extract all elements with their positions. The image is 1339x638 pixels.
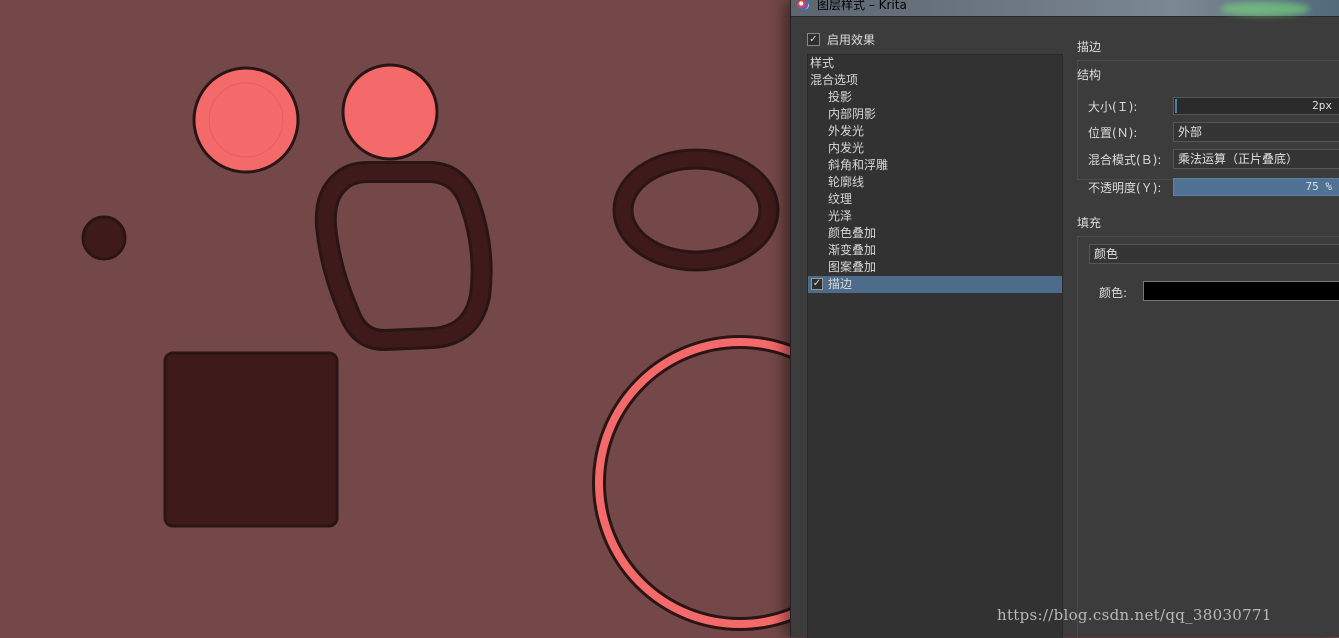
enable-effects-label: 启用效果 xyxy=(827,32,876,47)
style-list-item-label: 轮廓线 xyxy=(828,175,865,189)
watermark-text: https://blog.csdn.net/qq_38030771 xyxy=(997,606,1272,624)
fill-group-title: 填充 xyxy=(1077,216,1102,230)
size-label: 大小(Ｉ): xyxy=(1088,100,1138,114)
style-list-item[interactable]: 渐变叠加 xyxy=(808,242,1062,259)
style-list-item-label: 内发光 xyxy=(828,141,865,155)
canvas-artwork xyxy=(81,63,790,631)
style-list-item-label: 渐变叠加 xyxy=(828,243,877,257)
style-list-item-label: 投影 xyxy=(828,90,853,104)
enable-effects-row[interactable]: ✓ 启用效果 xyxy=(807,30,875,48)
large-pink-ring-inner xyxy=(595,338,790,628)
pink-circle-left xyxy=(192,66,300,174)
enable-effects-checkbox[interactable]: ✓ xyxy=(807,32,820,46)
style-list-item-label: 样式 xyxy=(810,56,835,70)
position-label: 位置(Ｎ): xyxy=(1088,126,1138,140)
style-list-item-label: 光泽 xyxy=(828,209,853,223)
style-list-item-label: 图案叠加 xyxy=(828,260,877,274)
dialog-titlebar[interactable]: 图层样式 – Krita xyxy=(791,0,1339,17)
stroke-settings-panel: 描边 结构 大小(Ｉ): 2px 位置(Ｎ): 外部 混合模式(Ｂ): 乘法运算… xyxy=(1065,32,1339,638)
dark-rounded-square xyxy=(163,351,339,528)
style-list-item[interactable]: 内发光 xyxy=(808,140,1062,157)
style-list-item-label: 纹理 xyxy=(828,192,853,206)
style-list-item[interactable]: 图案叠加 xyxy=(808,259,1062,276)
style-list: 样式混合选项投影内部阴影外发光内发光斜角和浮雕轮廓线纹理光泽颜色叠加渐变叠加图案… xyxy=(807,54,1063,638)
style-list-item[interactable]: 混合选项 xyxy=(808,72,1062,89)
dark-ellipse-ring-inner xyxy=(615,151,777,269)
krita-app-icon xyxy=(797,0,809,10)
style-list-item-label: 外发光 xyxy=(828,124,865,138)
style-list-item[interactable]: 投影 xyxy=(808,89,1062,106)
stroke-panel-title: 描边 xyxy=(1077,40,1102,54)
layer-style-dialog: 图层样式 – Krita ✓ 启用效果 样式混合选项投影内部阴影外发光内发光斜角… xyxy=(790,0,1339,638)
fill-color-swatch[interactable] xyxy=(1143,281,1339,301)
style-list-item-label: 内部阴影 xyxy=(828,107,877,121)
fill-type-dropdown[interactable]: 颜色 xyxy=(1089,244,1339,264)
large-pink-ring xyxy=(592,335,790,631)
style-list-item[interactable]: 轮廓线 xyxy=(808,174,1062,191)
position-dropdown[interactable]: 外部 xyxy=(1173,122,1339,142)
small-dark-circle xyxy=(81,215,127,261)
style-list-item[interactable]: 颜色叠加 xyxy=(808,225,1062,242)
style-list-item[interactable]: 斜角和浮雕 xyxy=(808,157,1062,174)
style-list-item[interactable]: 纹理 xyxy=(808,191,1062,208)
dialog-title: 图层样式 – Krita xyxy=(817,0,907,12)
style-list-item[interactable]: 外发光 xyxy=(808,123,1062,140)
canvas-area[interactable] xyxy=(0,0,790,637)
titlebar-glow xyxy=(1220,2,1310,16)
style-item-checkbox[interactable]: ✓ xyxy=(811,278,823,290)
style-list-item-label: 颜色叠加 xyxy=(828,226,877,240)
style-list-item[interactable]: 光泽 xyxy=(808,208,1062,225)
style-list-item-label: 描边 xyxy=(828,277,853,291)
style-list-item-label: 斜角和浮雕 xyxy=(828,158,889,172)
size-spinbox[interactable]: 2px xyxy=(1173,97,1339,115)
opacity-label: 不透明度(Ｙ): xyxy=(1088,181,1162,195)
style-list-item-label: 混合选项 xyxy=(810,73,859,87)
style-list-item[interactable]: ✓ 描边 xyxy=(808,276,1062,293)
style-list-item[interactable]: 样式 xyxy=(808,55,1062,72)
structure-group-title: 结构 xyxy=(1077,68,1102,82)
pink-circle-right xyxy=(341,63,439,161)
fill-color-label: 颜色: xyxy=(1099,286,1128,300)
blend-mode-dropdown[interactable]: 乘法运算（正片叠底） xyxy=(1173,149,1339,169)
blend-mode-label: 混合模式(Ｂ): xyxy=(1088,153,1162,167)
opacity-slider[interactable]: 75 % xyxy=(1173,178,1339,196)
style-list-item[interactable]: 内部阴影 xyxy=(808,106,1062,123)
